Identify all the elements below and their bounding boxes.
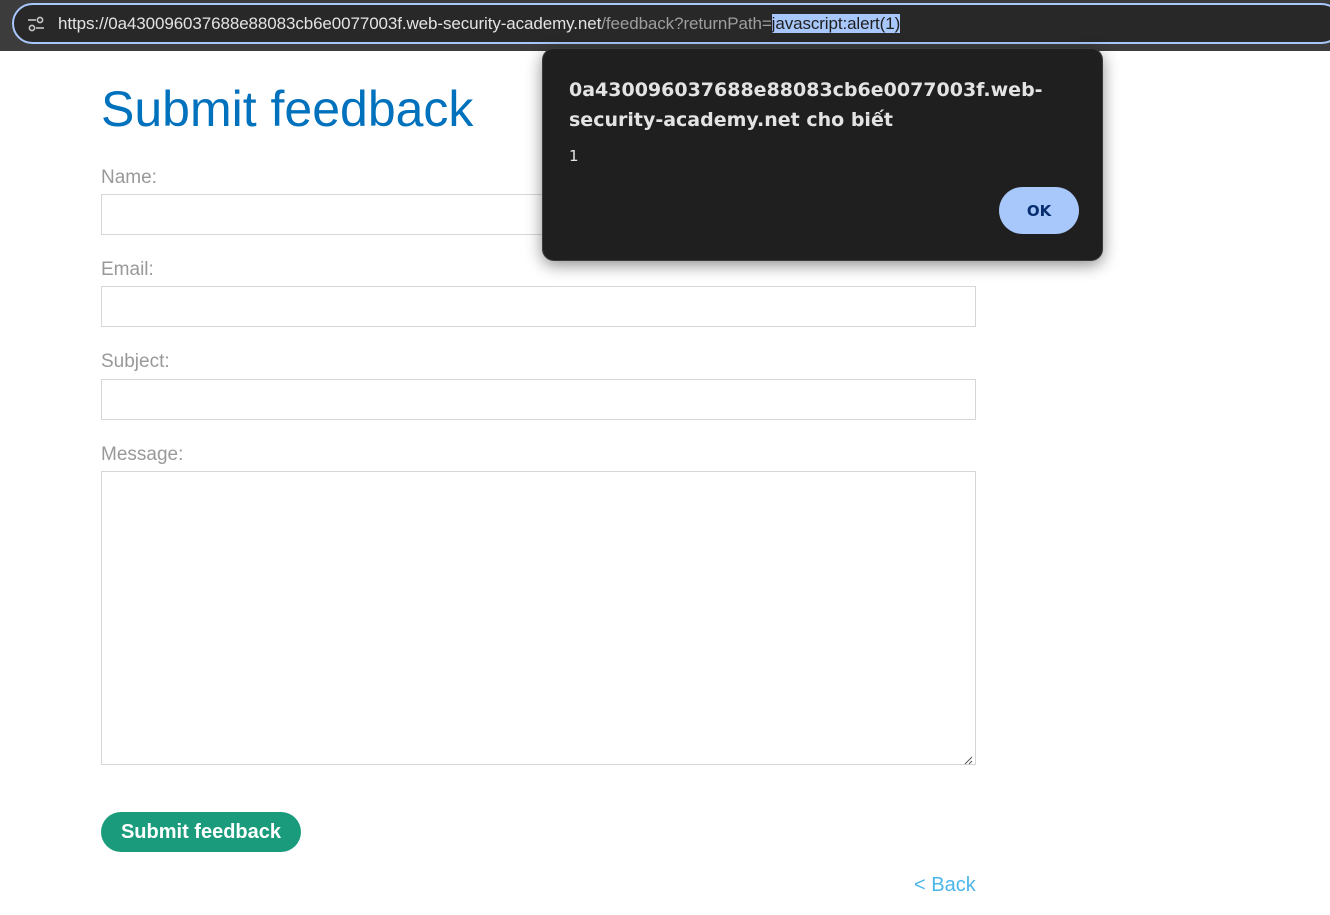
- url-path: /feedback?returnPath=: [601, 13, 772, 33]
- name-label: Name:: [101, 167, 157, 188]
- tune-icon[interactable]: [14, 5, 58, 42]
- url-text[interactable]: https://0a430096037688e88083cb6e0077003f…: [58, 13, 901, 34]
- url-selected-text: javascript:alert(1): [771, 13, 901, 33]
- url-host: https://0a430096037688e88083cb6e0077003f…: [58, 13, 602, 33]
- ok-button[interactable]: OK: [999, 187, 1079, 234]
- alert-title: 0a430096037688e88083cb6e0077003f.web-sec…: [569, 79, 1043, 131]
- subject-label: Subject:: [101, 351, 170, 372]
- subject-field[interactable]: [101, 379, 976, 420]
- message-field[interactable]: [101, 471, 976, 765]
- email-label: Email:: [101, 259, 154, 280]
- alert-message: 1: [569, 147, 579, 165]
- submit-feedback-button[interactable]: Submit feedback: [101, 812, 301, 852]
- page-title: Submit feedback: [101, 81, 474, 137]
- alert-dialog: 0a430096037688e88083cb6e0077003f.web-sec…: [542, 48, 1103, 261]
- back-link[interactable]: < Back: [914, 874, 976, 897]
- resize-grip-icon[interactable]: [963, 752, 973, 765]
- address-bar[interactable]: https://0a430096037688e88083cb6e0077003f…: [12, 3, 1330, 44]
- message-label: Message:: [101, 444, 184, 465]
- browser-toolbar: https://0a430096037688e88083cb6e0077003f…: [0, 0, 1330, 51]
- email-field[interactable]: [101, 286, 976, 327]
